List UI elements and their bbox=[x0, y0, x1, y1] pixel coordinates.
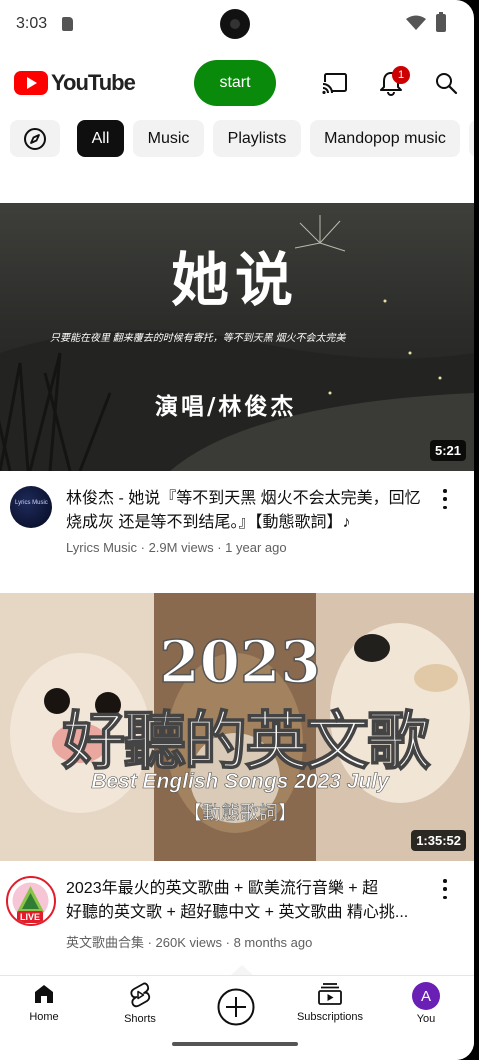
live-badge: LIVE bbox=[17, 911, 44, 923]
explore-chip[interactable] bbox=[10, 120, 60, 157]
video-duration: 5:21 bbox=[429, 440, 466, 461]
chip-all[interactable]: All bbox=[77, 120, 124, 157]
dot bbox=[443, 497, 447, 501]
account-initial: A bbox=[420, 987, 431, 1005]
nav-shorts-label: Shorts bbox=[124, 1013, 156, 1025]
nav-home-label: Home bbox=[29, 1011, 59, 1023]
home-icon bbox=[35, 985, 53, 1003]
status-time: 3:03 bbox=[16, 15, 48, 32]
create-plus-icon bbox=[217, 988, 255, 1026]
video-title[interactable]: 2023年最火的英文歌曲 + 歐美流行音樂 + 超 好聽的英文歌 + 超好聽中文… bbox=[66, 877, 421, 925]
notifications-button[interactable]: 1 bbox=[376, 66, 410, 98]
cast-icon bbox=[322, 73, 347, 94]
gesture-home-bar[interactable] bbox=[172, 1042, 298, 1046]
thumbnail-headline: 好聽的英文歌 bbox=[61, 703, 431, 779]
video-title-line: 2023年最火的英文歌曲 + 歐美流行音樂 + 超 bbox=[66, 880, 379, 897]
dot bbox=[443, 879, 447, 883]
top-app-bar: YouTube start 1 bbox=[0, 54, 474, 110]
dot bbox=[443, 887, 447, 891]
logo-text: YouTube bbox=[51, 70, 136, 95]
chip-overflow[interactable] bbox=[469, 120, 474, 157]
shorts-icon bbox=[130, 982, 151, 1008]
notification-badge: 1 bbox=[392, 66, 410, 84]
youtube-play-icon bbox=[14, 71, 48, 95]
video-title[interactable]: 林俊杰 - 她说『等不到天黑 烟火不会太完美，回忆烧成灰 还是等不到结尾。』【動… bbox=[66, 487, 426, 535]
app-screen: 3:03 YouTube start 1 All Music Playlists… bbox=[0, 0, 474, 1060]
subscriptions-icon bbox=[318, 983, 342, 1005]
thumbnail-year: 2023 bbox=[159, 627, 322, 697]
account-avatar: A bbox=[412, 982, 440, 1010]
battery-icon bbox=[436, 12, 446, 32]
video-channel-info[interactable]: Lyrics Music · 2.9M views · 1 year ago bbox=[66, 540, 287, 555]
search-icon bbox=[436, 73, 458, 95]
video-thumbnail[interactable]: 2023 好聽的英文歌 Best English Songs 2023 July… bbox=[0, 593, 474, 861]
video-thumbnail[interactable]: 她说 只要能在夜里 翻来覆去的时候有寄托，等不到天黑 烟火不会太完美 演唱/林俊… bbox=[0, 203, 474, 471]
thumbnail-title: 她说 bbox=[170, 246, 299, 314]
chip-playlists[interactable]: Playlists bbox=[213, 120, 301, 157]
thumbnail-english: Best English Songs 2023 July bbox=[91, 770, 389, 794]
video-channel-info[interactable]: 英文歌曲合集 · 260K views · 8 months ago bbox=[66, 932, 312, 951]
nav-subscriptions-label: Subscriptions bbox=[296, 1011, 364, 1023]
video-title-line: 好聽的英文歌 + 超好聽中文 + 英文歌曲 精心挑... bbox=[66, 904, 409, 921]
nav-you[interactable]: A You bbox=[386, 982, 466, 1030]
nav-you-label: You bbox=[416, 1013, 436, 1025]
category-chips: All Music Playlists Mandopop music bbox=[0, 118, 474, 160]
nav-create[interactable] bbox=[196, 982, 276, 1030]
wifi-icon bbox=[406, 15, 426, 30]
nav-shorts[interactable]: Shorts bbox=[100, 982, 180, 1030]
cast-button[interactable] bbox=[320, 68, 350, 98]
nav-pointer bbox=[231, 965, 253, 975]
nav-home[interactable]: Home bbox=[4, 982, 84, 1030]
thumbnail-lyrics: 只要能在夜里 翻来覆去的时候有寄托，等不到天黑 烟火不会太完美 bbox=[50, 333, 346, 344]
nav-subscriptions[interactable]: Subscriptions bbox=[290, 982, 370, 1030]
sd-card-icon bbox=[62, 17, 73, 31]
status-bar: 3:03 bbox=[0, 0, 474, 48]
video-metadata: LIVE 2023年最火的英文歌曲 + 歐美流行音樂 + 超 好聽的英文歌 + … bbox=[0, 870, 474, 970]
youtube-logo[interactable]: YouTube bbox=[14, 70, 136, 96]
video-duration: 1:35:52 bbox=[411, 830, 466, 851]
compass-icon bbox=[24, 127, 46, 150]
avatar-text: Lyrics Music bbox=[15, 500, 48, 506]
more-options-button[interactable] bbox=[438, 879, 452, 899]
dot bbox=[443, 489, 447, 493]
channel-avatar-live[interactable]: LIVE bbox=[6, 876, 56, 926]
start-button[interactable]: start bbox=[194, 60, 276, 106]
video-metadata: Lyrics Music 林俊杰 - 她说『等不到天黑 烟火不会太完美，回忆烧成… bbox=[0, 480, 474, 570]
dot bbox=[443, 505, 447, 509]
front-camera bbox=[220, 9, 250, 39]
thumbnail-singer: 演唱/林俊杰 bbox=[155, 393, 297, 420]
dot bbox=[443, 895, 447, 899]
more-options-button[interactable] bbox=[438, 489, 452, 509]
channel-avatar[interactable]: Lyrics Music bbox=[10, 486, 52, 528]
bottom-navigation: Home Shorts Subscriptions A You bbox=[0, 965, 474, 1060]
thumbnail-tag: 【動態歌詞】 bbox=[182, 803, 298, 825]
chip-music[interactable]: Music bbox=[133, 120, 204, 157]
search-button[interactable] bbox=[431, 68, 461, 98]
chip-mandopop-music[interactable]: Mandopop music bbox=[310, 120, 460, 157]
